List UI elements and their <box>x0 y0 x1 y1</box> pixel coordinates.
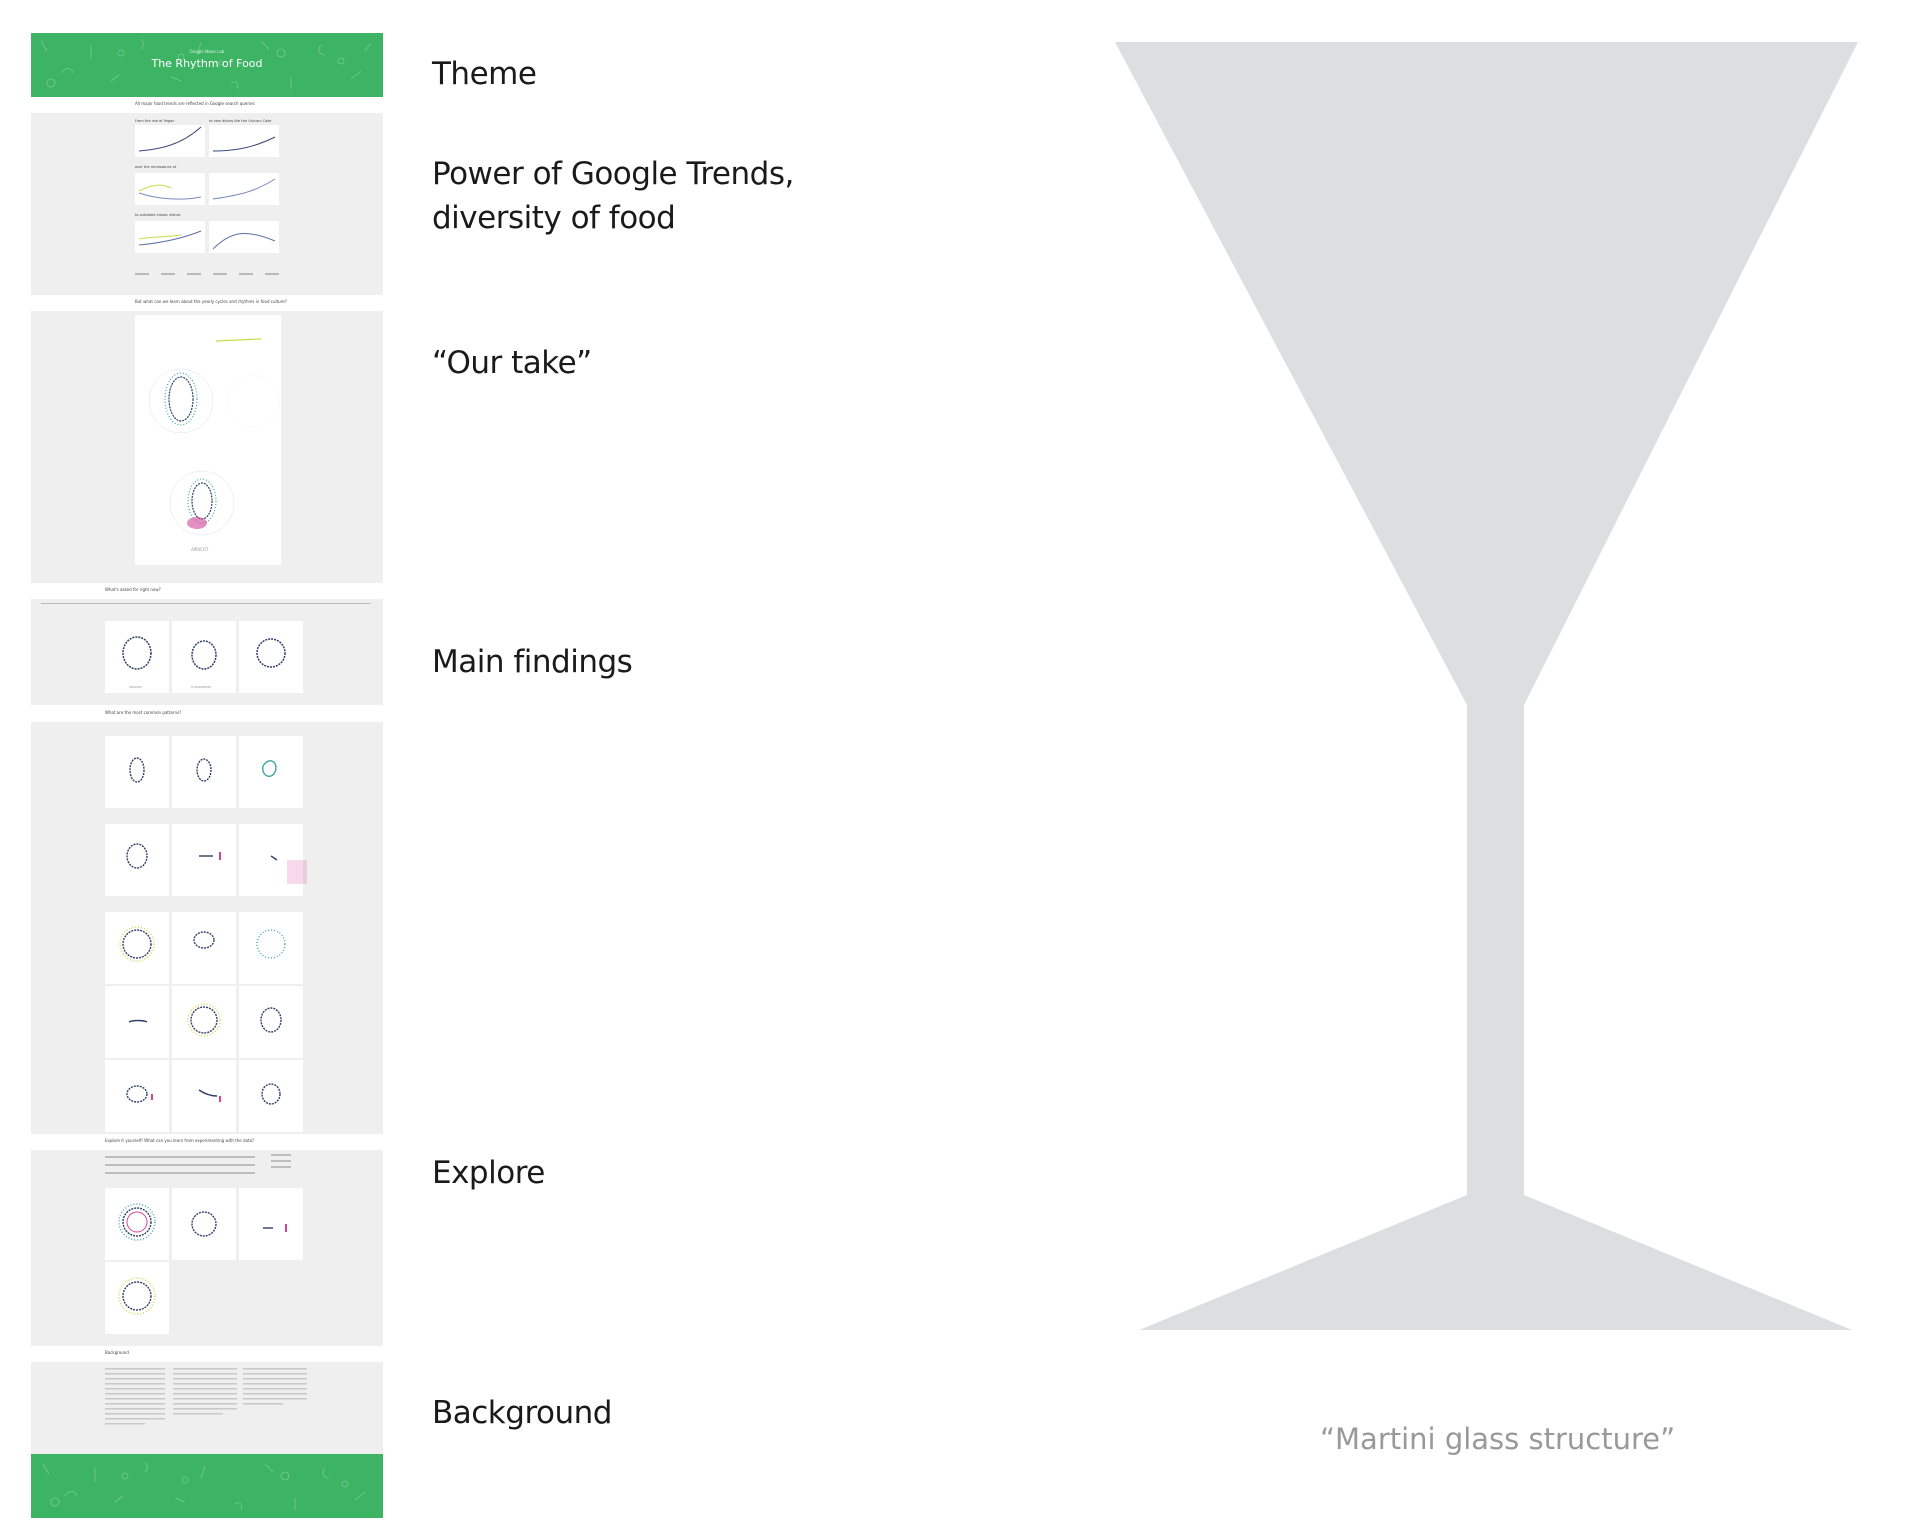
food-pattern-decoration <box>42 1461 366 1511</box>
explore-panel <box>31 1150 383 1346</box>
pattern-radials <box>119 757 307 1105</box>
label-power-line-1: Power of Google Trends, <box>432 156 794 192</box>
label-power-line-2: diversity of food <box>432 200 676 236</box>
section-heading: Explore it yourself! What can you learn … <box>105 1138 255 1143</box>
label-theme: Theme <box>432 56 537 92</box>
label-explore: Explore <box>432 1155 545 1191</box>
label-our-take: “Our take” <box>432 345 592 381</box>
header-title: The Rhythm of Food <box>151 57 263 70</box>
section-heading: What's asked for right now? <box>105 587 161 592</box>
our-take-radials <box>148 338 280 536</box>
our-take-panel: APRICOT <box>31 311 383 583</box>
section-heading: All major food trends are reflected in G… <box>135 101 255 106</box>
header-banner: Google News Lab The Rhythm of Food <box>31 33 383 97</box>
explore-radials <box>118 1203 287 1315</box>
martini-caption: “Martini glass structure” <box>1320 1422 1676 1456</box>
trend-lines <box>135 126 279 275</box>
section-heading: But what can we learn about the yearly c… <box>135 299 287 304</box>
section-heading: What are the most common patterns? <box>105 710 182 715</box>
radial-caption: STRAWBERRY <box>191 685 212 689</box>
label-background: Background <box>432 1395 612 1431</box>
finding-radials <box>41 603 371 670</box>
patterns-panel <box>31 722 383 1134</box>
trends-panel: From the rise of Vegan to new dishes lik… <box>31 113 383 295</box>
background-panel <box>31 1362 383 1454</box>
radial-caption: APRICOT <box>191 547 209 552</box>
header-subtitle: Google News Lab <box>189 49 225 54</box>
page-thumbnail: Google News Lab The Rhythm of Food All m… <box>31 33 383 1526</box>
background-text-lines <box>105 1368 307 1425</box>
main-findings-panel: ORANGE STRAWBERRY <box>31 599 383 705</box>
radial-caption: ORANGE <box>129 685 142 689</box>
footer-banner <box>31 1454 383 1518</box>
section-heading: Background <box>105 1350 129 1355</box>
label-main-findings: Main findings <box>432 644 633 680</box>
